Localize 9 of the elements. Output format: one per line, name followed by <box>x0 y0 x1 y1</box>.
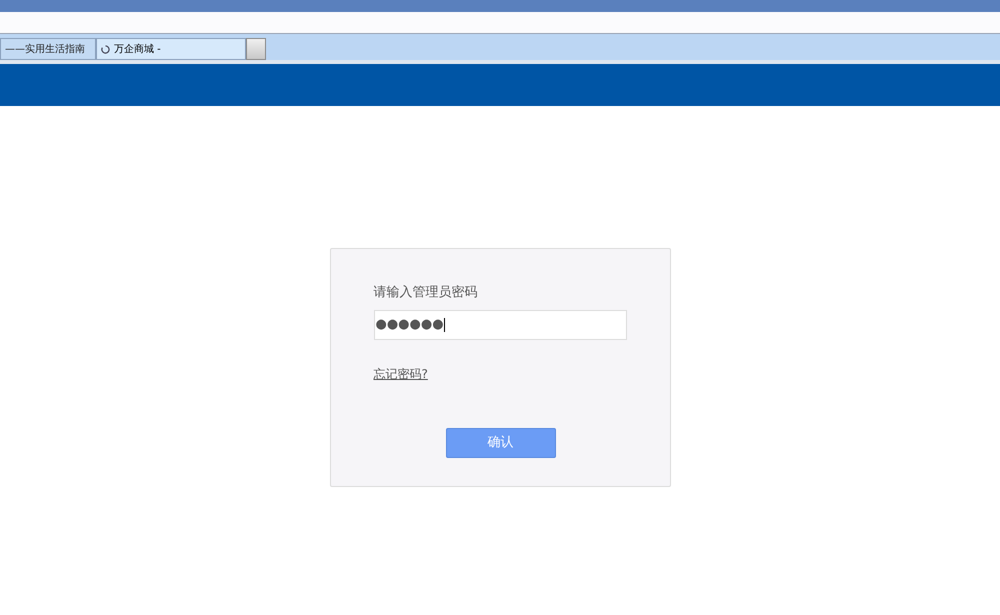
tab-title: ——实用生活指南 <box>5 42 85 56</box>
password-field[interactable]: ●●●●●● <box>374 310 626 340</box>
password-label: 请输入管理员密码 <box>374 284 478 302</box>
forgot-password-link[interactable]: 忘记密码? <box>374 365 428 383</box>
browser-tab[interactable]: ——实用生活指南 <box>0 38 96 60</box>
tab-title: 万企商城 - <box>114 42 161 56</box>
browser-tab[interactable]: 万企商城 - <box>96 38 246 60</box>
new-tab-button[interactable] <box>246 38 266 60</box>
password-value: ●●●●●● <box>376 316 444 334</box>
